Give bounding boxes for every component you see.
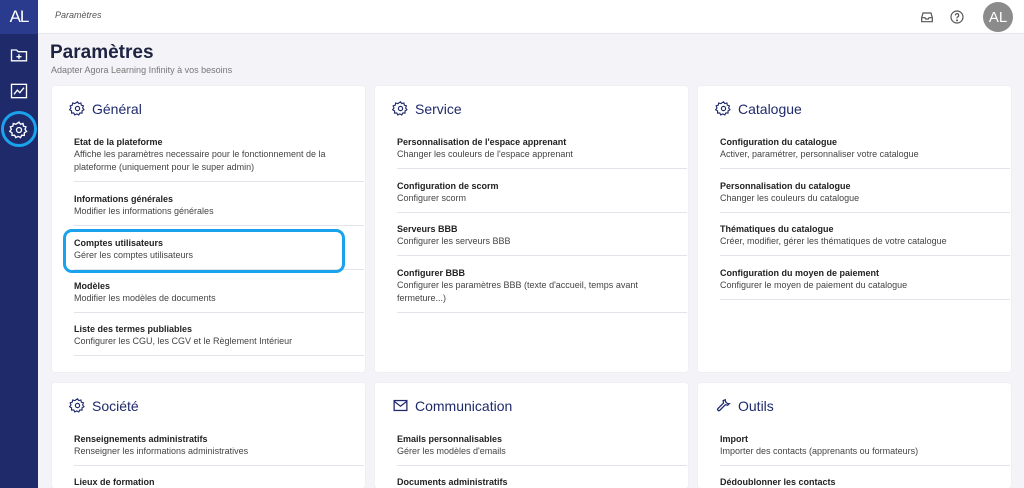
page-subtitle: Adapter Agora Learning Infinity à vos be…: [51, 65, 233, 75]
sidebar-item-settings[interactable]: [0, 111, 38, 149]
item-desc: Configurer les paramètres BBB (texte d'a…: [397, 280, 638, 303]
settings-item-emails-personnalisables[interactable]: Emails personnalisables Gérer les modèle…: [397, 433, 687, 466]
settings-item-renseignements-administratifs[interactable]: Renseignements administratifs Renseigner…: [74, 433, 364, 466]
sidebar-item-stats[interactable]: [0, 72, 38, 110]
settings-item-termes-publiables[interactable]: Liste des termes publiables Configurer l…: [74, 323, 364, 356]
item-desc: Créer, modifier, gérer les thématiques d…: [720, 236, 947, 246]
card-title: Général: [92, 100, 142, 117]
item-title: Informations générales: [74, 194, 174, 204]
wrench-icon: [716, 398, 731, 412]
settings-item-moyen-paiement[interactable]: Configuration du moyen de paiement Confi…: [720, 267, 1010, 300]
item-desc: Changer les couleurs de l'espace apprena…: [397, 149, 573, 159]
card-title: Outils: [738, 397, 774, 414]
gear-icon: [392, 100, 408, 116]
app-logo[interactable]: AL: [0, 0, 38, 34]
settings-item-personnalisation-espace[interactable]: Personnalisation de l'espace apprenant C…: [397, 136, 687, 169]
item-title: Configurer BBB: [397, 268, 465, 278]
card-title: Catalogue: [738, 100, 802, 117]
item-title: Documents administratifs: [397, 477, 508, 487]
item-title: Lieux de formation: [74, 477, 155, 487]
top-bar: Paramètres AL: [38, 0, 1024, 34]
chart-icon: [10, 83, 28, 99]
item-title: Configuration de scorm: [397, 181, 499, 191]
card-service: Service Personnalisation de l'espace app…: [375, 86, 688, 372]
settings-item-lieux-formation[interactable]: Lieux de formation: [74, 476, 364, 488]
item-title: Configuration du catalogue: [720, 137, 837, 147]
card-title: Société: [92, 397, 139, 414]
breadcrumb[interactable]: Paramètres: [55, 10, 102, 20]
item-desc: Affiche les paramètres necessaire pour l…: [74, 149, 326, 172]
item-title: Configuration du moyen de paiement: [720, 268, 880, 278]
card-catalogue: Catalogue Configuration du catalogue Act…: [698, 86, 1011, 372]
settings-item-serveurs-bbb[interactable]: Serveurs BBB Configurer les serveurs BBB: [397, 223, 687, 256]
settings-item-documents-administratifs[interactable]: Documents administratifs: [397, 476, 687, 488]
gear-icon: [69, 100, 85, 116]
item-title: Personnalisation de l'espace apprenant: [397, 137, 567, 147]
item-title: Import: [720, 434, 748, 444]
item-desc: Configurer les CGU, les CGV et le Règlem…: [74, 336, 293, 346]
item-title: Emails personnalisables: [397, 434, 503, 444]
settings-item-informations-generales[interactable]: Informations générales Modifier les info…: [74, 193, 364, 226]
settings-item-dedoublonner-contacts[interactable]: Dédoublonner les contacts: [720, 476, 1010, 488]
item-desc: Changer les couleurs du catalogue: [720, 193, 860, 203]
item-desc: Modifier les modèles de documents: [74, 293, 216, 303]
item-title: Renseignements administratifs: [74, 434, 208, 444]
user-avatar[interactable]: AL: [983, 2, 1013, 32]
sidebar: AL: [0, 0, 38, 488]
item-desc: Configurer scorm: [397, 193, 467, 203]
item-desc: Importer des contacts (apprenants ou for…: [720, 446, 919, 456]
item-title: Personnalisation du catalogue: [720, 181, 851, 191]
item-title: Etat de la plateforme: [74, 137, 163, 147]
item-desc: Renseigner les informations administrati…: [74, 446, 249, 456]
gear-icon: [715, 100, 731, 116]
settings-item-configurer-bbb[interactable]: Configurer BBB Configurer les paramètres…: [397, 267, 687, 313]
highlight-annotation: [63, 229, 345, 273]
gear-icon: [69, 397, 85, 413]
mail-icon: [393, 399, 408, 412]
settings-item-etat-plateforme[interactable]: Etat de la plateforme Affiche les paramè…: [74, 136, 364, 182]
card-title: Communication: [415, 397, 513, 414]
item-desc: Configurer les serveurs BBB: [397, 236, 511, 246]
settings-item-configuration-catalogue[interactable]: Configuration du catalogue Activer, para…: [720, 136, 1010, 169]
item-title: Liste des termes publiables: [74, 324, 193, 334]
page-title: Paramètres: [50, 42, 154, 63]
settings-item-import[interactable]: Import Importer des contacts (apprenants…: [720, 433, 1010, 466]
item-desc: Modifier les informations générales: [74, 206, 214, 216]
settings-item-personnalisation-catalogue[interactable]: Personnalisation du catalogue Changer le…: [720, 180, 1010, 213]
card-societe: Société Renseignements administratifs Re…: [52, 383, 365, 488]
inbox-icon[interactable]: [919, 9, 935, 25]
item-desc: Configurer le moyen de paiement du catal…: [720, 280, 908, 290]
active-highlight-ring: [1, 111, 37, 147]
folder-plus-icon: [10, 49, 28, 62]
help-icon[interactable]: [949, 9, 965, 25]
item-title: Serveurs BBB: [397, 224, 458, 234]
settings-item-modeles[interactable]: Modèles Modifier les modèles de document…: [74, 280, 364, 313]
card-title: Service: [415, 100, 462, 117]
card-communication: Communication Emails personnalisables Gé…: [375, 383, 688, 488]
sidebar-item-add[interactable]: [0, 36, 38, 74]
settings-item-configuration-scorm[interactable]: Configuration de scorm Configurer scorm: [397, 180, 687, 213]
item-desc: Activer, paramétrer, personnaliser votre…: [720, 149, 919, 159]
card-outils: Outils Import Importer des contacts (app…: [698, 383, 1011, 488]
item-title: Dédoublonner les contacts: [720, 477, 836, 487]
item-title: Modèles: [74, 281, 111, 291]
settings-item-thematiques-catalogue[interactable]: Thématiques du catalogue Créer, modifier…: [720, 223, 1010, 256]
item-desc: Gérer les modèles d'emails: [397, 446, 506, 456]
item-title: Thématiques du catalogue: [720, 224, 834, 234]
